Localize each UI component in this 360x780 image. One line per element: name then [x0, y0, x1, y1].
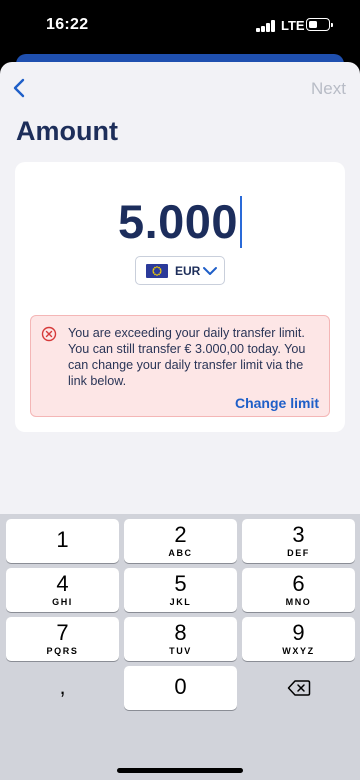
cellular-signal-icon: [256, 20, 275, 32]
page-title: Amount: [16, 116, 118, 146]
amount-card: 5.000 EUR You are exceeding your daily t…: [15, 162, 345, 432]
change-limit-link[interactable]: Change limit: [235, 395, 319, 411]
status-time: 16:22: [46, 16, 89, 33]
key-3[interactable]: 3 DEF: [242, 519, 355, 563]
key-7[interactable]: 7 PQRS: [6, 617, 119, 661]
key-1[interactable]: 1: [6, 519, 119, 563]
battery-icon: [306, 18, 333, 31]
chevron-down-icon: [203, 267, 217, 275]
currency-code: EUR: [175, 264, 201, 278]
key-0[interactable]: 0: [124, 666, 237, 710]
limit-warning-alert: You are exceeding your daily transfer li…: [30, 315, 330, 417]
currency-selector[interactable]: EUR: [135, 256, 225, 285]
numeric-keypad: 1 2 ABC 3 DEF 4 GHI 5 JKL 6 MNO 7 PQRS 8…: [0, 514, 360, 780]
amount-input[interactable]: 5.000: [15, 194, 345, 249]
text-caret: [240, 196, 243, 248]
status-bar: 16:22 LTE: [0, 0, 360, 50]
eu-flag-icon: [146, 264, 168, 278]
key-comma[interactable]: ,: [6, 666, 119, 710]
delete-key[interactable]: [242, 666, 355, 710]
amount-value: 5.000: [117, 195, 239, 248]
key-4[interactable]: 4 GHI: [6, 568, 119, 612]
next-button[interactable]: Next: [311, 79, 346, 99]
error-circle-icon: [41, 326, 57, 342]
key-6[interactable]: 6 MNO: [242, 568, 355, 612]
chevron-left-icon: [13, 78, 25, 98]
key-8[interactable]: 8 TUV: [124, 617, 237, 661]
network-type: LTE: [281, 18, 305, 33]
key-2[interactable]: 2 ABC: [124, 519, 237, 563]
home-indicator: [117, 768, 243, 773]
key-5[interactable]: 5 JKL: [124, 568, 237, 612]
key-9[interactable]: 9 WXYZ: [242, 617, 355, 661]
backspace-icon: [287, 680, 310, 696]
back-button[interactable]: [6, 74, 34, 102]
alert-message: You are exceeding your daily transfer li…: [68, 326, 306, 388]
